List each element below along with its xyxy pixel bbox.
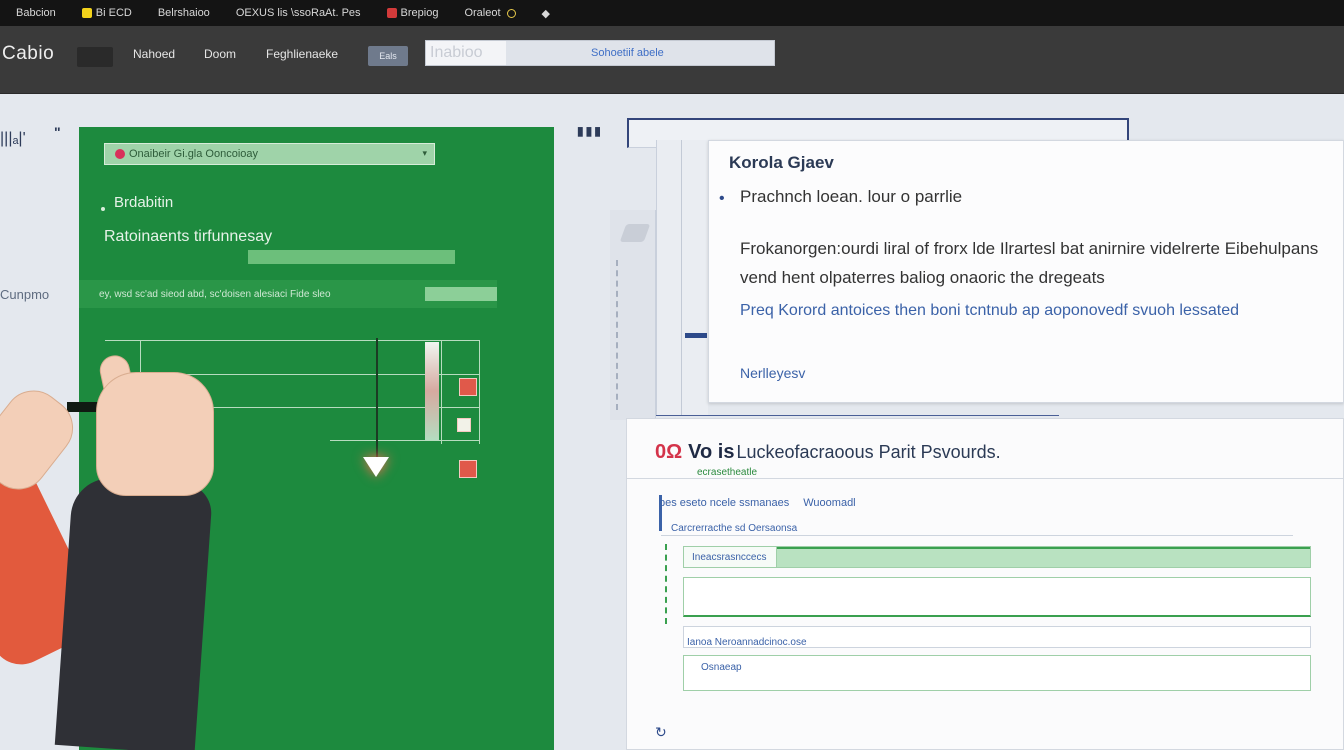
form-title: 0Ω Vo is Luckeofacraoous Parit Psvourds. xyxy=(655,441,1001,464)
toolbar-button[interactable]: Eals xyxy=(368,46,408,66)
bookmark-item[interactable]: OEXUS lis \ssoRaAt. Pes xyxy=(224,0,375,26)
divider xyxy=(661,535,1293,536)
bookmark-item[interactable]: Belrshaioo xyxy=(146,0,224,26)
green-panel-select[interactable]: Onaibeir Gi.gla Ooncoioay ▾ xyxy=(104,143,435,165)
grid-line xyxy=(105,340,480,341)
divider xyxy=(656,415,1059,416)
indent-marker[interactable] xyxy=(685,333,707,338)
form-field-1[interactable]: Ineacsrasnccecs xyxy=(683,546,1311,568)
form-title-bold: Vo is xyxy=(688,441,735,463)
form-title-text: Luckeofacraoous Parit Psvourds. xyxy=(736,442,1001,462)
refresh-icon[interactable]: ↻ xyxy=(655,724,667,741)
form-dashed-guide xyxy=(665,544,667,624)
divider xyxy=(627,478,1344,479)
right-scroll-rail[interactable] xyxy=(610,210,656,420)
card-heading: Korola Gjaev xyxy=(729,153,834,172)
grid-line xyxy=(441,340,442,444)
app-toolbar: Cabio Nahoed Doom Feghlienaeke Eals Inab… xyxy=(0,26,1344,94)
info-card: Korola Gjaev • Prachnch loean. lour o pa… xyxy=(708,140,1344,403)
bookmark-item[interactable]: Babcion xyxy=(4,0,70,26)
toolbar-placeholder-block xyxy=(77,47,113,67)
arrow-down-icon[interactable] xyxy=(363,457,389,477)
form-field-1-value[interactable] xyxy=(777,547,1310,567)
card-subheading: Prachnch loean. lour o parrlie xyxy=(740,187,963,206)
more-options-icon[interactable]: ▮▮▮ xyxy=(577,124,603,138)
bookmark-favicon-icon xyxy=(81,8,92,18)
password-form: 0Ω Vo is Luckeofacraoous Parit Psvourds.… xyxy=(626,418,1344,750)
bullet-icon: • xyxy=(719,190,725,207)
toolbar-item-2[interactable]: Doom xyxy=(204,47,236,61)
grid-cell-marker[interactable] xyxy=(459,378,477,396)
form-field-5[interactable] xyxy=(683,655,1311,691)
bookmark-label: Belrshaioo xyxy=(157,7,210,19)
tab-2[interactable]: Wuoomadl xyxy=(803,497,855,509)
bookmark-item[interactable]: Brepiog xyxy=(375,0,453,26)
document-icon xyxy=(619,224,651,242)
form-field-3[interactable] xyxy=(683,597,1311,617)
form-title-prefix: 0Ω xyxy=(655,441,683,463)
form-section-label: Carcrerracthe sd Oersaonsa xyxy=(671,523,798,534)
app-logo[interactable]: Cabio xyxy=(2,43,54,65)
card-paragraph-2[interactable]: Preq Korord antoices then boni tcntnub a… xyxy=(740,298,1330,324)
form-tabs: bes eseto ncele ssmanaes Wuoomadl xyxy=(659,497,856,509)
green-panel-subtitle: Ratoinaents tirfunnesay xyxy=(104,228,273,245)
bookmark-label: Brepiog xyxy=(400,7,439,19)
rail-dashes xyxy=(616,260,646,410)
green-panel-row[interactable]: ey, wsd sc'ad sieod abd, sc'doisen alesi… xyxy=(79,280,497,308)
bookmark-ring-icon xyxy=(506,8,516,18)
card-more-link[interactable]: Nerlleyesv xyxy=(740,365,805,381)
left-panel-quote: " xyxy=(54,124,61,140)
form-field-4-label: Ianoa Neroannadcinoc.ose xyxy=(687,637,807,648)
tab-1[interactable]: bes eseto ncele ssmanaes xyxy=(659,497,789,509)
bookmark-label: Bi ECD xyxy=(95,7,132,19)
grid-cell-marker[interactable] xyxy=(459,460,477,478)
status-dot-icon xyxy=(115,149,125,159)
bookmark-item[interactable]: Oraleot xyxy=(452,0,529,26)
form-field-1-label: Ineacsrasnccecs xyxy=(684,547,777,567)
green-panel-select-value: Onaibeir Gi.gla Ooncoioay xyxy=(129,148,259,160)
toolbar-item-1[interactable]: Nahoed xyxy=(133,47,175,61)
form-field-2[interactable] xyxy=(683,577,1311,599)
green-panel-progress-bar xyxy=(248,250,455,264)
form-subtitle: ecrasetheatle xyxy=(697,467,758,478)
grid-line xyxy=(140,340,141,374)
left-panel-icon[interactable]: |||ₐ|' xyxy=(0,130,26,148)
bookmark-item[interactable]: Bi ECD xyxy=(70,0,146,26)
drag-arrow-line xyxy=(376,338,378,458)
bookmark-item[interactable]: ◆ xyxy=(530,0,564,26)
grid-cell-marker[interactable] xyxy=(457,418,471,432)
toolbar-item-3[interactable]: Feghlienaeke xyxy=(266,47,338,61)
grid-line xyxy=(479,340,480,444)
bullet-icon xyxy=(101,207,105,211)
card-paragraph-1: Frokanorgen:ourdi liral of frorx lde Ilr… xyxy=(740,239,1319,287)
form-field-5-label: Osnaeap xyxy=(701,662,742,673)
bookmark-favicon-icon xyxy=(386,8,397,18)
green-panel-title: Brdabitin xyxy=(114,194,174,211)
illustration-hand xyxy=(0,378,86,502)
indent-line xyxy=(681,140,682,416)
green-panel-row-text: ey, wsd sc'ad sieod abd, sc'doisen alesi… xyxy=(99,288,331,300)
search-hint: Sohoetiif abele xyxy=(591,47,664,59)
bookmark-label: Oraleot xyxy=(464,7,501,19)
green-panel-row-box[interactable] xyxy=(425,287,497,301)
bookmark-label: ◆ xyxy=(541,7,550,20)
bookmarks-bar: Babcion Bi ECD Belrshaioo OEXUS lis \ssoRaA… xyxy=(0,0,1344,26)
bookmark-label: Babcion xyxy=(16,7,56,19)
chevron-down-icon: ▾ xyxy=(422,148,427,158)
grid-highlight-cell xyxy=(425,342,439,440)
search-input[interactable]: Inabioo Sohoetiif abele xyxy=(425,40,775,66)
pointing-hand-icon xyxy=(96,372,214,496)
bookmark-label: OEXUS lis \ssoRaAt. Pes xyxy=(235,7,361,19)
grid-line xyxy=(330,440,480,441)
illustration-sleeve xyxy=(54,475,214,750)
right-indent-column xyxy=(656,140,708,416)
left-cut-label: Cunpmo xyxy=(0,287,50,302)
search-placeholder: Inabioo xyxy=(426,41,506,65)
